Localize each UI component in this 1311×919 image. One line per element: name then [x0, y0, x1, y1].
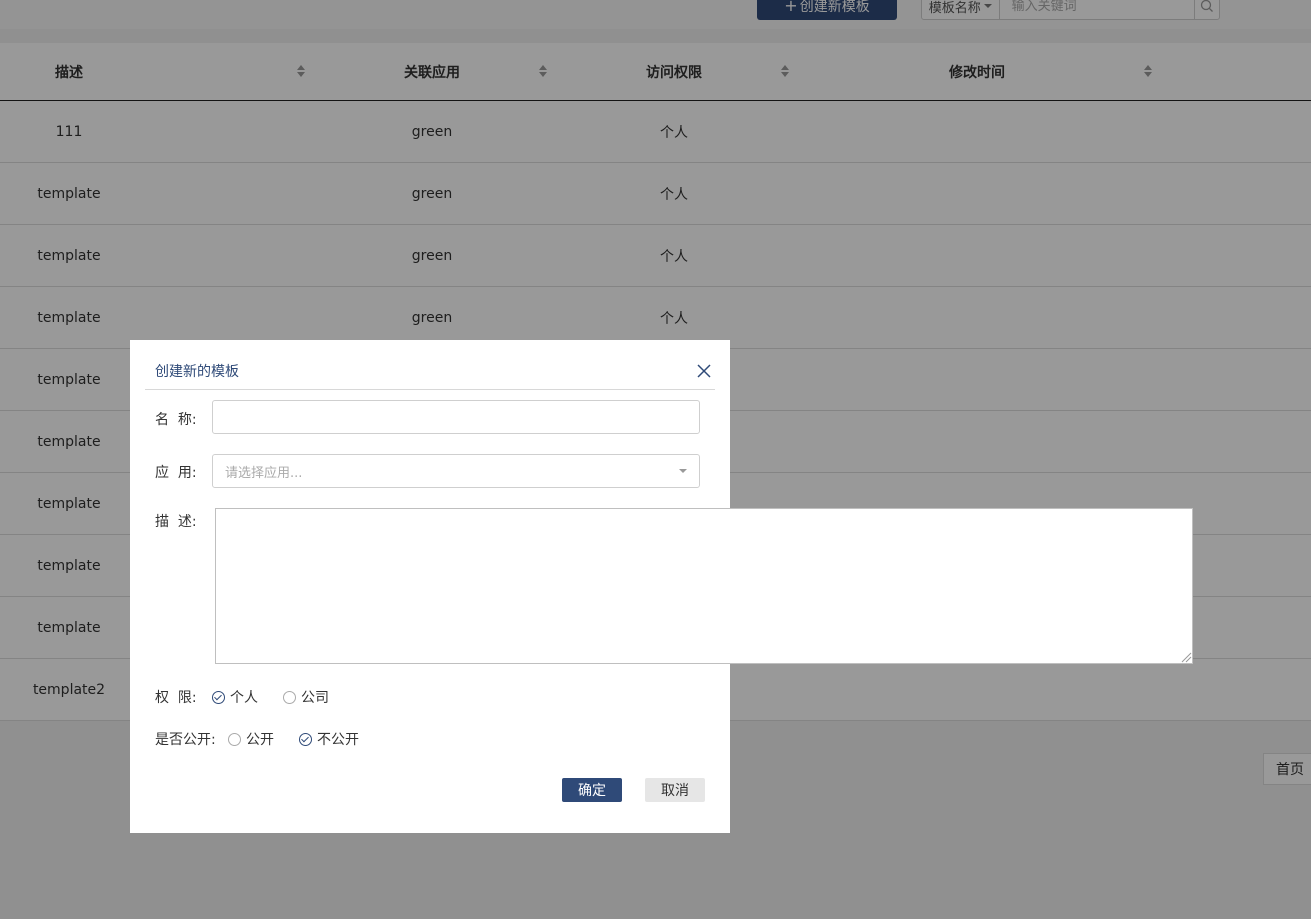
public-radio-no[interactable]: 不公开 [299, 729, 359, 749]
app-select[interactable]: 请选择应用... [212, 454, 700, 488]
create-template-dialog: 创建新的模板 名 称: 应 用: 请选择应用... 描 述: 权 限: 个人 公… [130, 340, 1193, 833]
permission-radio-company[interactable]: 公司 [283, 687, 329, 707]
cancel-button[interactable]: 取消 [645, 778, 705, 802]
name-label: 名 称: [155, 412, 197, 428]
permission-radio-personal[interactable]: 个人 [212, 687, 258, 707]
permission-label: 权 限: [155, 690, 197, 706]
description-label: 描 述: [155, 514, 197, 530]
dialog-divider [145, 389, 715, 390]
dialog-title: 创建新的模板 [155, 364, 239, 380]
chevron-down-icon [679, 469, 687, 473]
app-label: 应 用: [155, 465, 197, 481]
radio-checked-icon [299, 732, 312, 746]
name-input[interactable] [212, 400, 700, 434]
page: + 创建新模板 模板名称 描述 关联应用 访问权限 修改时间 [0, 0, 1311, 919]
radio-label: 个人 [230, 690, 258, 706]
radio-label: 不公开 [317, 732, 359, 748]
radio-label: 公开 [246, 732, 274, 748]
radio-label: 公司 [301, 690, 329, 706]
public-label: 是否公开: [155, 732, 216, 748]
radio-unchecked-icon [283, 690, 296, 704]
resize-handle-icon[interactable] [1180, 651, 1192, 663]
public-radio-yes[interactable]: 公开 [228, 729, 274, 749]
app-select-placeholder: 请选择应用... [225, 465, 303, 481]
radio-unchecked-icon [228, 732, 241, 746]
description-textarea[interactable] [215, 508, 1193, 664]
radio-checked-icon [212, 690, 225, 704]
close-icon[interactable] [696, 363, 712, 379]
confirm-button[interactable]: 确定 [562, 778, 622, 802]
